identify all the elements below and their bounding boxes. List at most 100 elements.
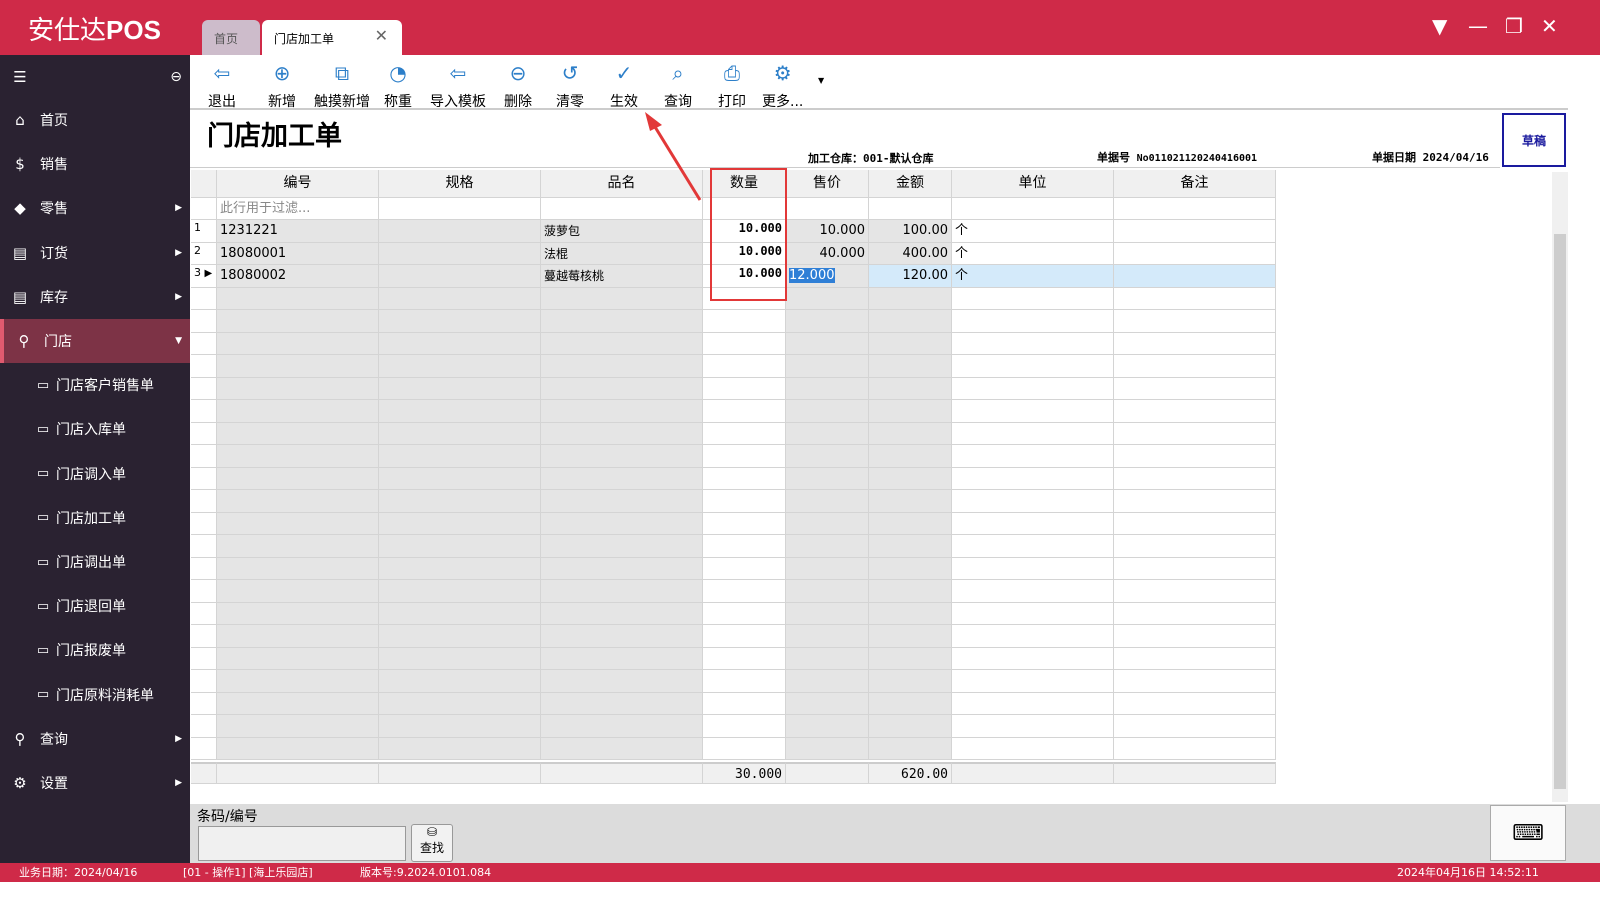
toolbar-button[interactable]: ⎙ 打印 <box>718 61 746 111</box>
table-cell[interactable] <box>1114 737 1276 760</box>
column-header[interactable]: 规格 <box>379 170 541 198</box>
table-cell[interactable] <box>952 602 1114 625</box>
sidebar-item[interactable]: ▭ 门店客户销售单 <box>0 363 190 407</box>
minimize-icon[interactable]: — <box>1468 14 1488 38</box>
table-cell[interactable] <box>1114 242 1276 265</box>
table-cell[interactable] <box>541 332 703 355</box>
table-cell[interactable] <box>1114 467 1276 490</box>
table-cell[interactable] <box>217 602 379 625</box>
table-cell[interactable] <box>952 535 1114 558</box>
table-cell[interactable] <box>217 467 379 490</box>
table-cell[interactable] <box>217 715 379 738</box>
table-cell[interactable] <box>786 422 869 445</box>
toolbar-button[interactable]: ⇦ 退出 <box>208 61 236 111</box>
close-icon[interactable]: ✕ <box>1541 14 1558 38</box>
table-cell[interactable] <box>541 445 703 468</box>
table-cell[interactable] <box>379 647 541 670</box>
table-cell[interactable] <box>869 512 952 535</box>
table-cell[interactable] <box>869 287 952 310</box>
table-cell[interactable] <box>217 332 379 355</box>
table-cell[interactable] <box>786 332 869 355</box>
table-cell[interactable] <box>541 400 703 423</box>
sidebar-item[interactable]: ⌂ 首页 <box>0 98 190 142</box>
toolbar-button[interactable]: ✓ 生效 <box>610 61 638 111</box>
table-cell[interactable] <box>1114 625 1276 648</box>
close-tab-icon[interactable]: ✕ <box>375 26 388 45</box>
table-cell[interactable] <box>1114 580 1276 603</box>
column-header[interactable]: 品名 <box>541 170 703 198</box>
table-cell[interactable]: 10.000 <box>786 220 869 243</box>
table-cell[interactable] <box>869 355 952 378</box>
table-cell[interactable] <box>379 715 541 738</box>
table-cell[interactable] <box>1114 265 1276 288</box>
table-cell[interactable] <box>703 355 786 378</box>
table-cell[interactable] <box>541 535 703 558</box>
table-cell[interactable] <box>869 422 952 445</box>
table-cell[interactable] <box>541 377 703 400</box>
table-cell[interactable]: 40.000 <box>786 242 869 265</box>
table-cell[interactable]: 18080002 <box>217 265 379 288</box>
price-input[interactable]: 12.000 <box>786 265 869 288</box>
table-cell[interactable] <box>703 557 786 580</box>
table-cell[interactable] <box>952 490 1114 513</box>
filter-input[interactable]: 此行用于过滤... <box>217 198 379 220</box>
table-cell[interactable] <box>703 490 786 513</box>
table-cell[interactable] <box>952 467 1114 490</box>
table-cell[interactable] <box>952 400 1114 423</box>
table-cell[interactable] <box>952 647 1114 670</box>
table-cell[interactable] <box>541 310 703 333</box>
table-cell[interactable] <box>379 242 541 265</box>
table-cell[interactable] <box>379 377 541 400</box>
table-cell[interactable] <box>379 490 541 513</box>
table-cell[interactable] <box>869 467 952 490</box>
table-cell[interactable] <box>1114 377 1276 400</box>
table-cell[interactable] <box>703 400 786 423</box>
table-cell[interactable] <box>786 625 869 648</box>
table-cell[interactable] <box>541 422 703 445</box>
table-cell[interactable] <box>379 512 541 535</box>
sidebar-item[interactable]: ◆ 零售 ▶ <box>0 186 190 230</box>
table-cell[interactable] <box>1114 670 1276 693</box>
table-cell[interactable] <box>379 602 541 625</box>
table-cell[interactable] <box>703 715 786 738</box>
filter-cell[interactable] <box>952 198 1114 220</box>
table-cell[interactable] <box>541 670 703 693</box>
table-cell[interactable] <box>952 422 1114 445</box>
table-cell[interactable] <box>869 625 952 648</box>
sidebar-item[interactable]: ▭ 门店原料消耗单 <box>0 673 190 717</box>
table-cell[interactable] <box>379 332 541 355</box>
table-cell[interactable]: 100.00 <box>869 220 952 243</box>
table-cell[interactable] <box>869 602 952 625</box>
table-cell[interactable] <box>1114 535 1276 558</box>
table-cell[interactable] <box>952 377 1114 400</box>
table-cell[interactable] <box>1114 602 1276 625</box>
sidebar-item[interactable]: ▭ 门店退回单 <box>0 584 190 628</box>
table-cell[interactable] <box>379 670 541 693</box>
table-cell[interactable]: 120.00 <box>869 265 952 288</box>
table-cell[interactable] <box>703 647 786 670</box>
table-cell[interactable] <box>869 400 952 423</box>
barcode-input[interactable] <box>198 826 406 861</box>
table-cell[interactable] <box>786 467 869 490</box>
table-cell[interactable] <box>703 467 786 490</box>
table-cell[interactable] <box>379 265 541 288</box>
sidebar-item[interactable]: $ 销售 <box>0 142 190 186</box>
table-cell[interactable] <box>869 557 952 580</box>
table-cell[interactable] <box>703 625 786 648</box>
toolbar-button[interactable]: ⧉ 触摸新增 <box>314 61 370 111</box>
toolbar-button[interactable]: ⌕ 查询 <box>664 61 692 111</box>
table-cell[interactable] <box>379 355 541 378</box>
find-button[interactable]: ⛁ 查找 <box>411 824 453 862</box>
table-cell[interactable] <box>217 535 379 558</box>
table-cell[interactable] <box>703 445 786 468</box>
sidebar-item[interactable]: ▤ 库存 ▶ <box>0 275 190 319</box>
table-cell[interactable] <box>786 737 869 760</box>
table-cell[interactable] <box>786 400 869 423</box>
table-cell[interactable] <box>217 490 379 513</box>
table-cell[interactable] <box>786 512 869 535</box>
toolbar-button[interactable]: ⚙ 更多... <box>762 61 803 111</box>
table-cell[interactable] <box>541 355 703 378</box>
toolbar-button[interactable]: ⊕ 新增 <box>268 61 296 111</box>
table-cell[interactable] <box>952 445 1114 468</box>
table-cell[interactable]: 个 <box>952 265 1114 288</box>
